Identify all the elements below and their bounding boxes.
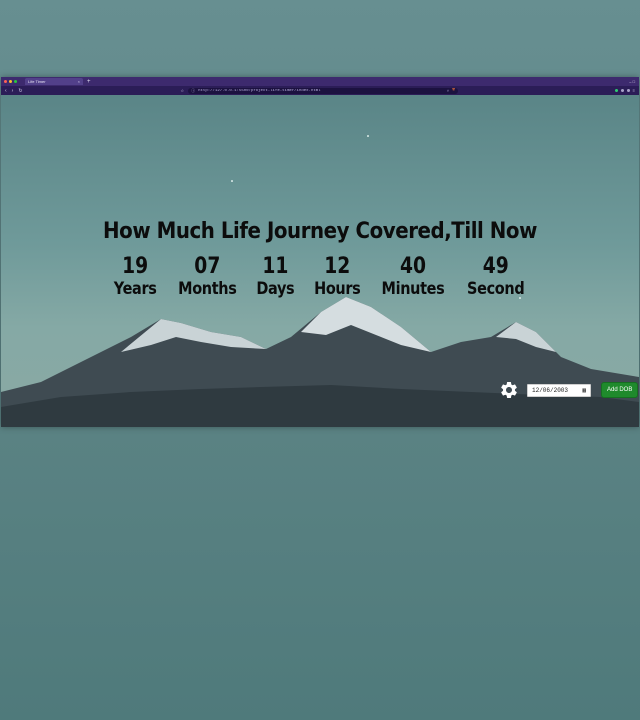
counter-days: 11 Days xyxy=(256,254,295,300)
counter-label: Second xyxy=(467,279,525,299)
search-icon[interactable]: ⌕ xyxy=(447,88,449,94)
counter-value: 12 xyxy=(324,254,351,279)
page-viewport: How Much Life Journey Covered,Till Now 1… xyxy=(1,95,639,427)
star-decoration xyxy=(367,135,369,137)
counter-seconds: 49 Second xyxy=(467,254,525,300)
dob-date-input[interactable]: 12/06/2003 ▦ xyxy=(527,383,591,397)
browser-toolbar: ‹ › ↻ ☆ ⓘ http://127.0.0.1:5500/project-… xyxy=(1,86,639,95)
info-icon: ⓘ xyxy=(191,89,196,94)
window-controls[interactable]: – □ xyxy=(629,79,635,84)
counter-months: 07 Months xyxy=(177,254,237,300)
counter-value: 07 xyxy=(193,254,220,279)
add-dob-button[interactable]: Add DOB xyxy=(601,382,639,398)
dob-date-value: 12/06/2003 xyxy=(532,386,569,394)
nav-buttons: ‹ › ↻ xyxy=(5,88,23,94)
shield-icon[interactable]: ⛨ xyxy=(452,88,455,94)
counter-years: 19 Years xyxy=(114,254,157,300)
close-window-icon[interactable] xyxy=(4,80,7,83)
extension-icons: ≡ xyxy=(614,88,635,93)
maximize-window-icon[interactable] xyxy=(14,80,17,83)
counter-value: 11 xyxy=(262,254,289,279)
tab-close-icon[interactable]: × xyxy=(78,79,80,84)
address-bar[interactable]: ⓘ http://127.0.0.1:5500/project-life-tim… xyxy=(188,87,459,94)
calendar-icon[interactable]: ▦ xyxy=(582,387,586,394)
minimize-window-icon[interactable] xyxy=(9,80,12,83)
extension-icon[interactable] xyxy=(614,89,618,92)
window-buttons xyxy=(4,80,17,83)
tab-title: Life Timer xyxy=(28,79,46,84)
menu-icon[interactable]: ≡ xyxy=(633,88,635,93)
countdown-counters: 19 Years 07 Months 11 Days 12 Hours 40 M… xyxy=(1,254,639,300)
new-tab-icon[interactable]: + xyxy=(87,79,91,85)
dob-controls: 12/06/2003 ▦ Add DOB xyxy=(499,380,639,400)
extension-icon[interactable] xyxy=(626,89,630,92)
mountain-background xyxy=(1,297,639,427)
page-title: How Much Life Journey Covered,Till Now xyxy=(103,219,537,244)
url-bar-icons: ⌕ ⛨ xyxy=(447,88,455,94)
extension-icon[interactable] xyxy=(620,89,624,92)
back-icon[interactable]: ‹ xyxy=(5,88,7,94)
forward-icon[interactable]: › xyxy=(12,88,14,94)
tab-bar: Life Timer × + – □ xyxy=(1,77,639,86)
counter-value: 49 xyxy=(483,254,510,279)
reload-icon[interactable]: ↻ xyxy=(18,88,22,94)
url-text: http://127.0.0.1:5500/project-life-timer… xyxy=(198,88,321,93)
counter-label: Days xyxy=(256,279,295,299)
star-decoration xyxy=(231,180,233,182)
counter-value: 19 xyxy=(122,254,149,279)
browser-window: Life Timer × + – □ ‹ › ↻ ☆ ⓘ http://127.… xyxy=(1,77,639,427)
counter-label: Hours xyxy=(313,279,361,299)
browser-tab[interactable]: Life Timer × xyxy=(25,78,83,85)
counter-label: Minutes xyxy=(381,279,445,299)
counter-hours: 12 Hours xyxy=(313,254,361,300)
counter-value: 40 xyxy=(400,254,427,279)
bookmark-icon[interactable]: ☆ xyxy=(181,88,185,93)
counter-minutes: 40 Minutes xyxy=(381,254,445,300)
gear-icon[interactable] xyxy=(499,380,519,400)
counter-label: Years xyxy=(114,279,157,299)
counter-label: Months xyxy=(177,279,237,299)
